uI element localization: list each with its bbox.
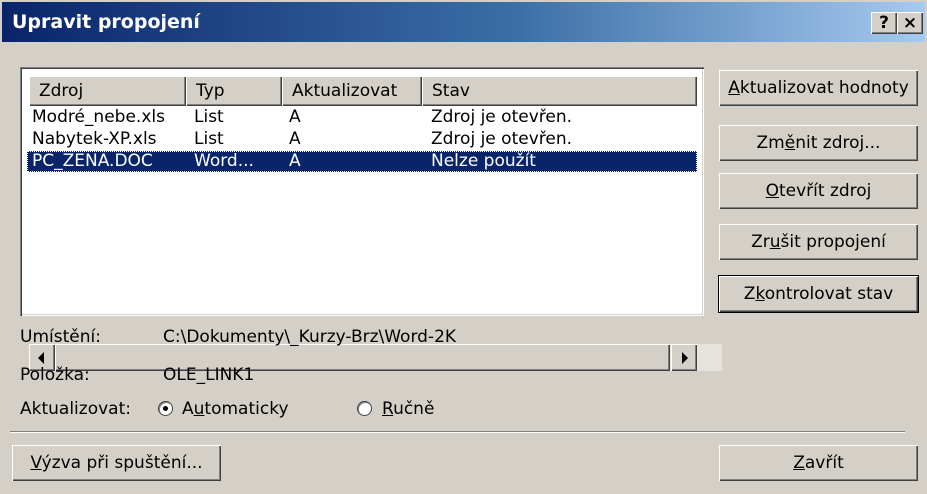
label-text: A (182, 399, 194, 419)
cell-zdroj: Modré_nebe.xls (32, 107, 165, 127)
column-header-aktualizovat[interactable]: Aktualizovat (282, 76, 422, 106)
access-key: O (765, 181, 779, 201)
cell-zdroj: PC_ZENA.DOC (32, 151, 153, 171)
radio-manual-indicator[interactable] (357, 401, 372, 416)
list-row[interactable]: Modré_nebe.xls List A Zdroj je otevřen. (27, 107, 697, 128)
button-label: ontrolovat stav (764, 284, 894, 304)
radio-automatic-label[interactable]: Automaticky (182, 399, 289, 419)
button-label: ktualizovat hodnoty (739, 78, 909, 98)
links-list[interactable]: Zdroj Typ Aktualizovat Stav Modré_nebe.x… (20, 67, 722, 371)
arrow-left-icon (38, 352, 44, 364)
cell-zdroj: Nabytek-XP.xls (32, 129, 157, 149)
horizontal-scrollbar[interactable] (29, 344, 722, 371)
location-label: Umístění: (20, 327, 101, 347)
item-value: OLE_LINK1 (163, 365, 255, 385)
cell-aktualizovat: A (289, 107, 301, 127)
access-key: ě (784, 133, 796, 153)
radio-manual-label[interactable]: Ručně (382, 399, 434, 419)
update-values-button[interactable]: Aktualizovat hodnoty (719, 70, 918, 106)
help-button[interactable]: ? (871, 12, 897, 34)
button-label: nit zdroj... (795, 133, 881, 153)
startup-prompt-button[interactable]: Výzva při spuštění... (12, 445, 221, 481)
scroll-right-button[interactable] (671, 344, 697, 371)
list-row-selected[interactable]: PC_ZENA.DOC Word... A Nelze použít (27, 151, 697, 172)
radio-automatic-indicator[interactable] (158, 401, 173, 416)
access-key: R (382, 399, 394, 419)
access-key: A (728, 78, 740, 98)
button-label: Zm (756, 133, 785, 153)
edit-links-dialog: Upravit propojení ? × Zdroj Typ Aktualiz… (0, 0, 927, 494)
button-label: ýzva při spuštění... (41, 453, 203, 473)
check-status-button[interactable]: Zkontrolovat stav (718, 275, 919, 313)
access-key: u (193, 399, 205, 419)
access-key: u (769, 232, 781, 252)
cell-aktualizovat: A (289, 151, 301, 171)
scroll-thumb[interactable] (55, 344, 670, 371)
help-icon: ? (879, 13, 889, 33)
close-window-button[interactable]: × (897, 12, 923, 34)
button-label: Z (743, 284, 756, 304)
list-row[interactable]: Nabytek-XP.xls List A Zdroj je otevřen. (27, 129, 697, 150)
close-icon: × (902, 13, 918, 33)
dialog-title: Upravit propojení (12, 11, 200, 33)
cell-typ: List (194, 107, 224, 127)
change-source-button[interactable]: Změnit zdroj... (719, 125, 918, 161)
cell-stav: Zdroj je otevřen. (431, 107, 573, 127)
column-header-stav[interactable]: Stav (422, 76, 697, 106)
close-button[interactable]: Zavřít (719, 445, 918, 481)
button-label: šit propojení (780, 232, 886, 252)
update-mode-label: Aktualizovat: (20, 399, 131, 419)
column-header-zdroj[interactable]: Zdroj (29, 76, 186, 106)
location-value: C:\Dokumenty\_Kurzy-Brz\Word-2K (163, 327, 457, 347)
cell-typ: Word... (194, 151, 254, 171)
cell-typ: List (194, 129, 224, 149)
button-label: tevřít zdroj (778, 181, 872, 201)
cell-aktualizovat: A (289, 129, 301, 149)
open-source-button[interactable]: Otevřít zdroj (719, 173, 918, 209)
label-text: tomaticky (204, 399, 289, 419)
item-label: Položka: (20, 365, 90, 385)
cell-stav: Nelze použít (431, 151, 536, 171)
title-bar[interactable]: Upravit propojení ? × (2, 2, 925, 42)
access-key: k (755, 284, 765, 304)
label-text: učně (393, 399, 435, 419)
column-header-typ[interactable]: Typ (186, 76, 282, 106)
button-label: avřít (804, 453, 844, 473)
cell-stav: Zdroj je otevřen. (431, 129, 573, 149)
button-label: Zr (751, 232, 770, 252)
access-key: Z (793, 453, 805, 473)
list-header: Zdroj Typ Aktualizovat Stav (29, 76, 697, 106)
break-link-button[interactable]: Zrušit propojení (719, 224, 918, 260)
separator (10, 431, 905, 433)
arrow-right-icon (682, 352, 688, 364)
access-key: V (30, 453, 42, 473)
